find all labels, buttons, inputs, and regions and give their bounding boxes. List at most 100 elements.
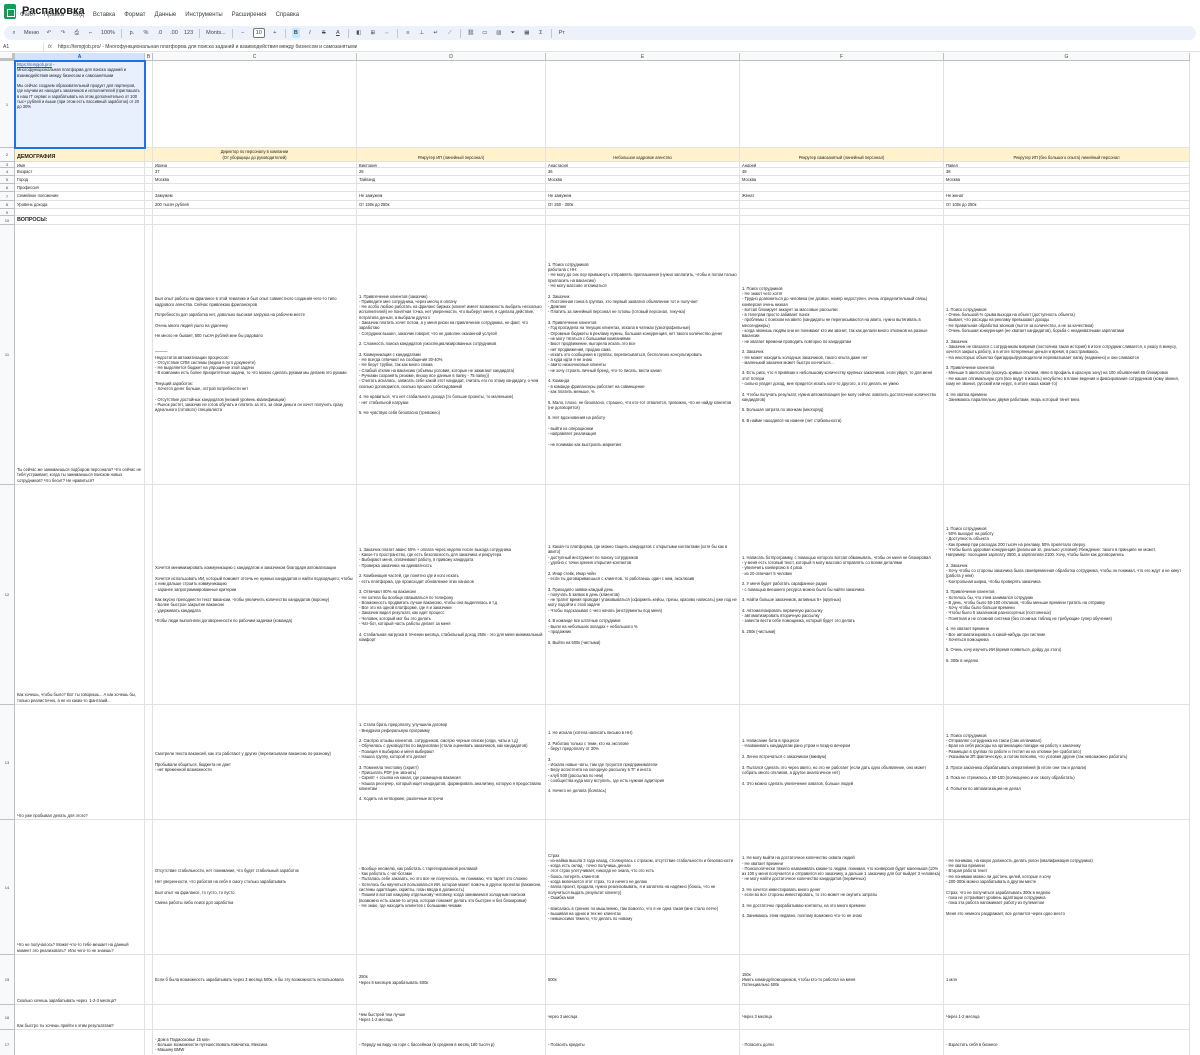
table-cell[interactable]: Отсутствие стабильности, нет понимания, …: [153, 820, 357, 955]
table-cell[interactable]: [145, 209, 153, 216]
table-cell[interactable]: [546, 184, 740, 192]
menu-item[interactable]: Инструменты: [185, 12, 222, 24]
paint-format-icon[interactable]: ⌐: [87, 28, 95, 38]
formula-input[interactable]: https://tempjob.pro/ - Многофункциональн…: [56, 44, 357, 50]
borders-icon[interactable]: ⊞: [369, 28, 377, 38]
vertical-align-icon[interactable]: ⊥: [418, 28, 426, 38]
redo-icon[interactable]: ↷: [59, 28, 67, 38]
table-cell[interactable]: [740, 61, 944, 148]
print-icon[interactable]: ⎙: [73, 28, 81, 38]
table-cell[interactable]: [145, 148, 153, 162]
table-cell[interactable]: через 3 месяца: [546, 1005, 740, 1030]
table-cell[interactable]: [546, 216, 740, 225]
table-cell[interactable]: [145, 61, 153, 148]
undo-icon[interactable]: ↶: [45, 28, 53, 38]
search-menu-label[interactable]: Меню: [24, 28, 39, 38]
table-cell[interactable]: Рекрутер ИП (без большого опыта) линейны…: [944, 148, 1190, 162]
row-label-cell[interactable]: ВОПРОСЫ:: [15, 216, 145, 225]
table-cell[interactable]: [145, 705, 153, 820]
table-cell[interactable]: 1. Поиск сотрудников - Отправлял сотрудн…: [944, 705, 1190, 820]
table-cell[interactable]: [153, 209, 357, 216]
table-cell[interactable]: 500к: [546, 955, 740, 1005]
table-cell[interactable]: От 100к до 250к: [944, 201, 1190, 209]
row-label-cell[interactable]: [15, 209, 145, 216]
table-cell[interactable]: [145, 216, 153, 225]
table-cell[interactable]: 150к Иметь команду/помощников, чтобы кто…: [740, 955, 944, 1005]
menu-item[interactable]: Вид: [73, 12, 84, 24]
row-label-cell[interactable]: [15, 1030, 145, 1055]
row-label-cell[interactable]: Как быстро ты хочешь прийти к этим резул…: [15, 1005, 145, 1030]
table-cell[interactable]: [740, 209, 944, 216]
column-header[interactable]: E: [546, 53, 740, 61]
table-cell[interactable]: Если б была возможность зарабатывать чер…: [153, 955, 357, 1005]
table-cell[interactable]: [145, 184, 153, 192]
table-cell[interactable]: [944, 61, 1190, 148]
table-cell[interactable]: Хочется минимизировать коммуникацию с ка…: [153, 485, 357, 705]
table-cell[interactable]: [546, 209, 740, 216]
column-header[interactable]: G: [944, 53, 1190, 61]
column-header[interactable]: C: [153, 53, 357, 61]
table-cell[interactable]: [944, 209, 1190, 216]
table-cell[interactable]: Не женат: [944, 192, 1190, 201]
row-label-cell[interactable]: Что уже пробывал делать для этого?: [15, 705, 145, 820]
table-cell[interactable]: [145, 192, 153, 201]
table-cell[interactable]: [153, 184, 357, 192]
table-cell[interactable]: [145, 1030, 153, 1055]
insert-comment-icon[interactable]: ▭: [481, 28, 489, 38]
text-color-button[interactable]: A: [334, 28, 342, 38]
row-header[interactable]: 13: [0, 705, 15, 820]
number-format-button[interactable]: 123: [184, 28, 193, 38]
horizontal-align-icon[interactable]: ≡: [404, 28, 412, 38]
table-cell[interactable]: От 250 - 300к: [546, 201, 740, 209]
table-cell[interactable]: Замужем: [153, 192, 357, 201]
row-header[interactable]: 8: [0, 201, 15, 209]
table-cell[interactable]: [145, 201, 153, 209]
table-cell[interactable]: - Погасить кредиты: [546, 1030, 740, 1055]
row-label-cell[interactable]: ДЕМОГРАФИЯ: [15, 148, 145, 162]
table-cell[interactable]: [944, 216, 1190, 225]
increase-decimal-button[interactable]: .00: [170, 28, 178, 38]
table-cell[interactable]: 1 млн: [944, 955, 1190, 1005]
menu-item[interactable]: Формат: [124, 12, 145, 24]
table-cell[interactable]: 1. Написать ботпрограмму, с помощью кото…: [740, 485, 944, 705]
menu-item[interactable]: Файл: [20, 12, 35, 24]
row-header[interactable]: 12: [0, 485, 15, 705]
column-header[interactable]: A: [15, 53, 145, 61]
table-cell[interactable]: Москва: [740, 176, 944, 184]
table-cell[interactable]: 1. Поиск сотрудников - Очень большой % с…: [944, 225, 1190, 485]
table-cell[interactable]: 49: [740, 168, 944, 176]
table-cell[interactable]: Смотрели текста вакансий, как это работа…: [153, 705, 357, 820]
zoom-select[interactable]: 100%: [101, 28, 115, 38]
table-cell[interactable]: Женат: [740, 192, 944, 201]
menu-item[interactable]: Вставка: [93, 12, 115, 24]
name-box[interactable]: A1: [0, 41, 44, 52]
table-cell[interactable]: Небольшое кадровое агенство: [546, 148, 740, 162]
row-header[interactable]: 5: [0, 176, 15, 184]
font-family-select[interactable]: Monts...: [206, 28, 226, 38]
row-header[interactable]: 2: [0, 148, 15, 162]
table-cell[interactable]: [145, 176, 153, 184]
input-tools-button[interactable]: Рт: [558, 28, 566, 38]
table-cell[interactable]: 1. Поиск сотрудников работала с HH: - Не…: [546, 225, 740, 485]
row-header[interactable]: 17: [0, 1030, 15, 1055]
row-header[interactable]: 11: [0, 225, 15, 485]
table-cell[interactable]: 1. Не искала (хотела написать письмо в Н…: [546, 705, 740, 820]
table-cell[interactable]: [546, 61, 740, 148]
table-cell[interactable]: 1. Какая-то платформа, где можно тащить …: [546, 485, 740, 705]
filter-views-icon[interactable]: ▦: [523, 28, 531, 38]
table-cell[interactable]: Не замужем: [546, 192, 740, 201]
table-cell[interactable]: 1. Заказчик платит аванс 50% + оплата че…: [357, 485, 546, 705]
table-cell[interactable]: - Вообще несмелю, как работать с таргети…: [357, 820, 546, 955]
column-header[interactable]: F: [740, 53, 944, 61]
table-cell[interactable]: - Переду на виду на горе с бассейном (в …: [357, 1030, 546, 1055]
table-cell[interactable]: Тайланд: [357, 176, 546, 184]
row-header[interactable]: 7: [0, 192, 15, 201]
decrease-decimal-button[interactable]: .0: [156, 28, 164, 38]
font-size-decrease-button[interactable]: −: [239, 28, 247, 38]
table-cell[interactable]: Москва: [153, 176, 357, 184]
text-wrap-icon[interactable]: ↵: [432, 28, 440, 38]
row-label-cell[interactable]: Что не получалось? Может-что-то тебе меш…: [15, 820, 145, 955]
merge-cells-icon[interactable]: ⇔: [383, 28, 391, 38]
table-cell[interactable]: 200 тысяч рублей: [153, 201, 357, 209]
table-cell[interactable]: 1. Не могу выйти на достаточное количест…: [740, 820, 944, 955]
